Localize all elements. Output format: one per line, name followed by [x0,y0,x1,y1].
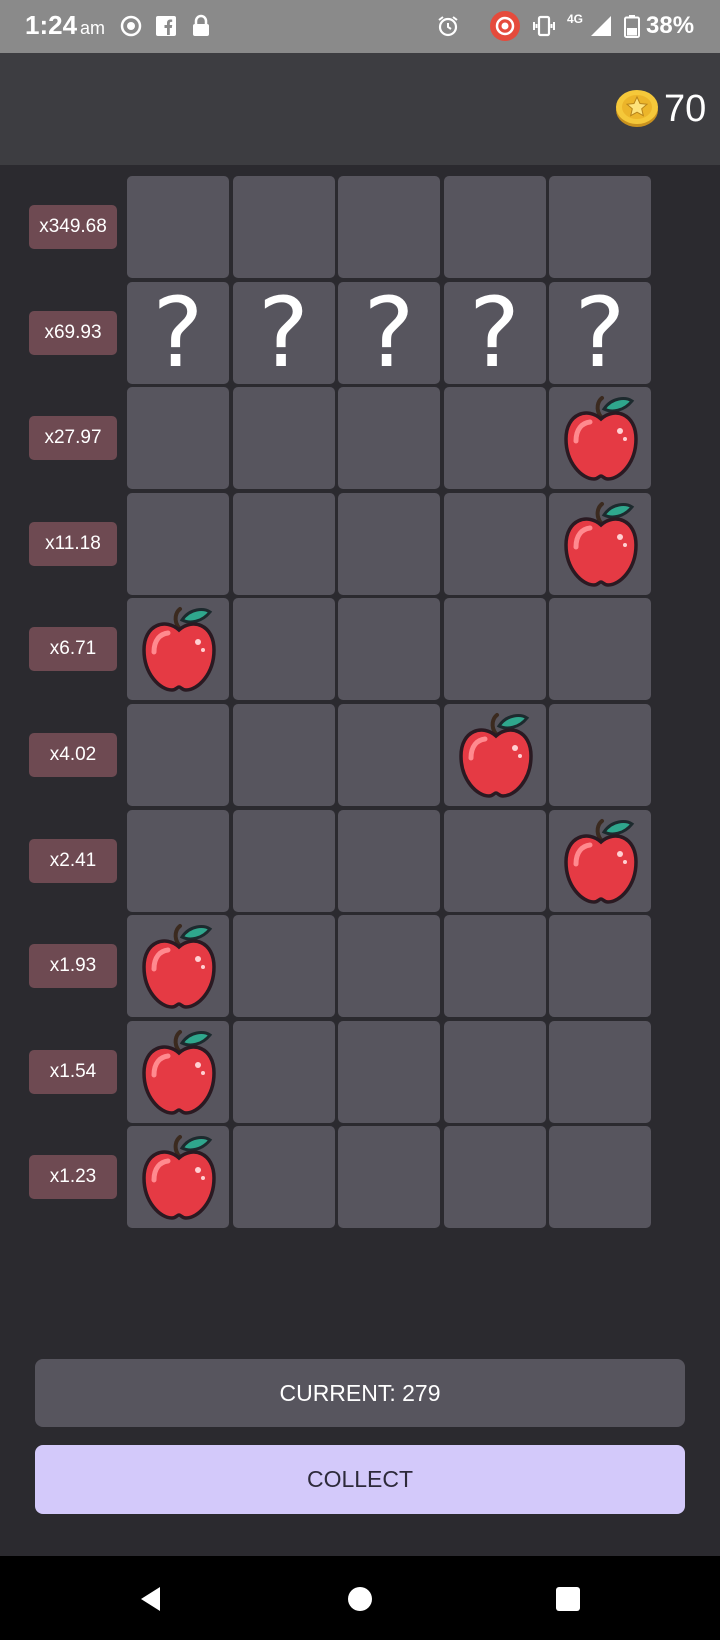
signal-icon [591,16,611,36]
lock-icon [193,14,209,36]
status-bar: 1:24 am 4G 38% [0,0,720,53]
alarm-icon [438,16,458,37]
grid-cell [338,915,440,1018]
battery-percent: 38% [646,12,695,39]
grid-cell [338,492,440,595]
grid-cell[interactable]: ? [549,276,651,389]
mystery-mark: ? [363,276,415,389]
grid-cell [549,1020,651,1123]
mystery-mark: ? [469,276,520,389]
row-multiplier-label: x1.54 [29,1049,117,1094]
status-time: 1:24 am [25,10,105,41]
coin-count: 70 [664,88,707,130]
grid-cell [338,176,440,278]
top-bar: 70 [0,53,720,165]
grid-cell [443,387,546,490]
grid-cell [127,176,229,278]
apple-icon [564,501,638,587]
grid-cell[interactable]: ? [232,276,335,389]
grid-cell [127,704,229,806]
grid-cell [443,809,546,912]
grid-cell [232,598,335,701]
row-multiplier-label: x2.41 [29,838,117,883]
grid-cell [443,1126,546,1229]
apple-icon [458,713,533,798]
row-multiplier-label: x11.18 [29,521,117,566]
grid-cell [127,598,229,701]
grid-cell [549,492,651,595]
row-multiplier-label: x1.23 [29,1155,117,1200]
grid-cell [127,1020,229,1123]
current-winnings: CURRENT: 279 [35,1359,685,1427]
navigation-bar [0,1556,720,1640]
row-multiplier-label: x69.93 [29,310,117,355]
grid-cell [127,1126,229,1229]
grid-cell [443,915,546,1018]
grid-cell [232,809,335,912]
grid-cell [338,1020,440,1123]
grid-cell [338,809,440,912]
status-ampm: am [80,18,106,38]
grid-cell [443,598,546,701]
grid-cell [127,492,229,595]
grid-cell [232,387,335,490]
grid-cell [549,176,651,278]
back-icon[interactable] [136,1584,166,1614]
row-multiplier-label: x6.71 [29,627,117,672]
recents-icon[interactable] [553,1584,583,1614]
grid-cell [443,1020,546,1123]
vibrate-icon [533,15,555,37]
grid-cell [549,598,651,701]
notification-icon [120,15,142,37]
grid-cell [127,915,229,1018]
grid-cell [232,1126,335,1229]
mystery-mark: ? [152,276,204,389]
apple-icon [142,607,216,693]
grid-cell [549,1126,651,1229]
grid-cell [443,176,546,278]
home-icon[interactable] [345,1584,375,1614]
grid-cell [127,387,229,490]
grid-cell [232,915,335,1018]
mystery-mark: ? [258,276,309,389]
grid-cell [549,387,651,490]
apple-icon [564,818,638,904]
grid-cell [127,809,229,912]
row-multiplier-label: x349.68 [29,205,117,249]
grid-cell [232,1020,335,1123]
collect-button[interactable]: COLLECT [35,1445,685,1514]
network-type: 4G [567,12,584,26]
grid-cell [338,704,440,806]
grid-cell [549,809,651,912]
grid-cell [232,704,335,806]
grid-cell [443,704,546,806]
grid-cell [232,176,335,278]
grid-cell [443,492,546,595]
row-multiplier-label: x1.93 [29,944,117,989]
recording-icon [490,11,520,41]
mystery-mark: ? [574,276,626,389]
grid-cell [338,387,440,490]
facebook-icon [156,16,176,36]
grid-cell [232,492,335,595]
row-multiplier-label: x4.02 [29,733,117,777]
grid-cell [338,1126,440,1229]
apple-icon [142,1135,216,1221]
coin-star-icon [616,90,658,127]
row-multiplier-label: x27.97 [29,416,117,461]
apple-icon [142,924,216,1009]
grid-cell[interactable]: ? [443,276,546,389]
grid-cell [338,598,440,701]
grid-cell [549,704,651,806]
battery-icon [624,15,640,38]
apple-icon [564,396,638,481]
apple-icon [142,1029,216,1115]
grid-cell[interactable]: ? [127,276,229,389]
grid-cell[interactable]: ? [338,276,440,389]
status-time-text: 1:24 [25,10,78,40]
grid-cell [549,915,651,1018]
